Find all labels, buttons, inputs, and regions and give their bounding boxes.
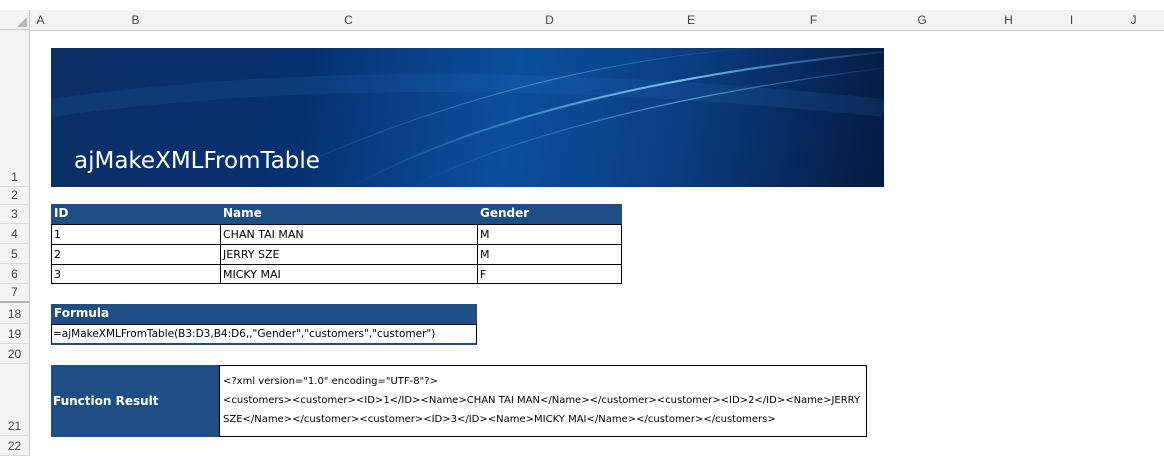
column-header-i[interactable]: I [1040,10,1104,31]
column-header-d[interactable]: D [477,10,623,31]
table-cell-gender[interactable]: M [477,224,622,245]
column-header-g[interactable]: G [867,10,978,31]
table-cell-gender[interactable]: M [477,244,622,265]
row-header-18[interactable]: 18 [0,303,30,324]
column-header-j[interactable]: J [1103,10,1164,31]
column-header-c[interactable]: C [220,10,478,31]
formula-header[interactable]: Formula [51,304,477,324]
table-header-name[interactable]: Name [220,204,477,224]
result-line-3: SZE</Name></customer><customer><ID>3</ID… [223,414,776,425]
title-banner: ajMakeXMLFromTable [51,48,884,187]
column-header-a[interactable]: A [30,10,52,31]
column-header-h[interactable]: H [977,10,1041,31]
formula-cell[interactable]: =ajMakeXMLFromTable(B3:D3,B4:D6,,"Gender… [51,324,477,345]
table-cell-id[interactable]: 1 [51,224,221,245]
row-header-3[interactable]: 3 [0,205,30,224]
result-line-1: <?xml version="1.0" encoding="UTF-8"?> [223,376,438,387]
column-header-f[interactable]: F [760,10,868,31]
row-header-1[interactable]: 1 [0,30,30,187]
result-line-2: <customers><customer><ID>1</ID><Name>CHA… [223,395,861,406]
row-header-4[interactable]: 4 [0,224,30,244]
row-header-19[interactable]: 19 [0,324,30,344]
row-header-5[interactable]: 5 [0,244,30,264]
row-header-21[interactable]: 21 [0,364,30,436]
column-header-b[interactable]: B [51,10,221,31]
table-cell-id[interactable]: 2 [51,244,221,265]
row-header-7[interactable]: 7 [0,284,30,303]
row-header-20[interactable]: 20 [0,344,30,364]
table-cell-id[interactable]: 3 [51,264,221,284]
function-result-label-text: Function Result [53,394,159,408]
row-header-22[interactable]: 22 [0,436,30,456]
function-result-cell[interactable]: <?xml version="1.0" encoding="UTF-8"?> <… [219,365,867,437]
table-header-id[interactable]: ID [51,204,220,224]
row-header-2[interactable]: 2 [0,187,30,205]
page-title: ajMakeXMLFromTable [74,148,320,174]
row-header-6[interactable]: 6 [0,264,30,284]
column-header-e[interactable]: E [622,10,761,31]
function-result-label[interactable]: Function Result [51,365,220,437]
table-header-gender[interactable]: Gender [477,204,622,224]
table-cell-name[interactable]: CHAN TAI MAN [220,224,478,245]
table-cell-name[interactable]: MICKY MAI [220,264,478,284]
select-all-corner[interactable] [0,10,30,30]
table-cell-gender[interactable]: F [477,264,622,284]
table-cell-name[interactable]: JERRY SZE [220,244,478,265]
